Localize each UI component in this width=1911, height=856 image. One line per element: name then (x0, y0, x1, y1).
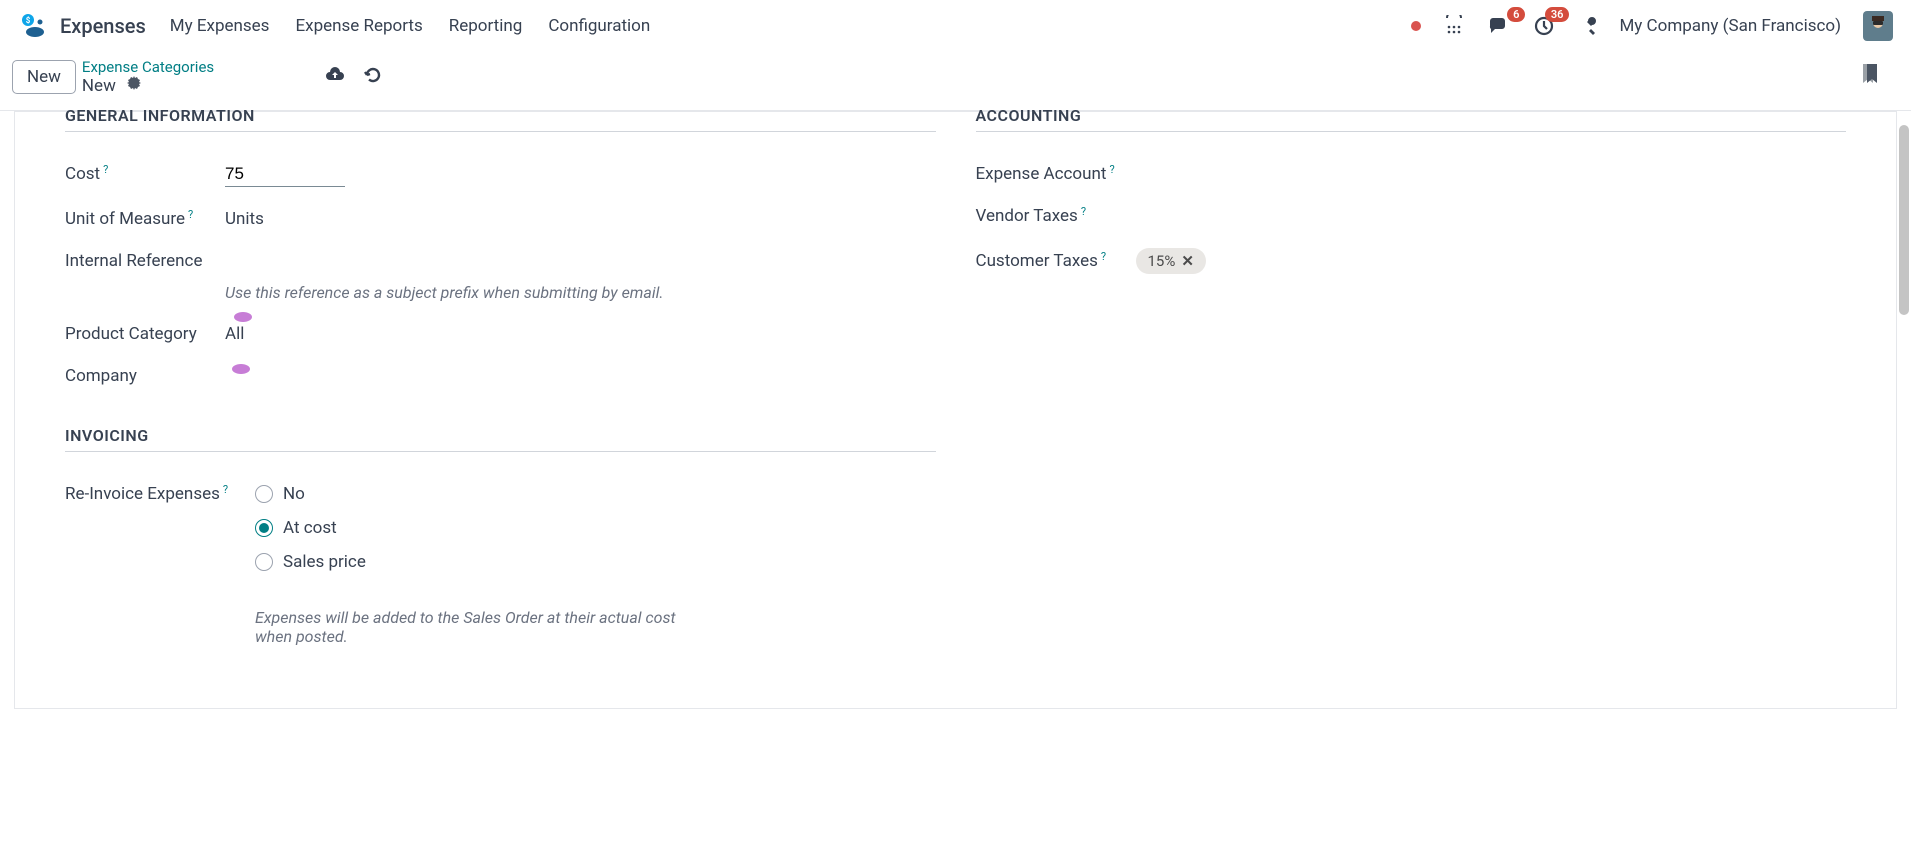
internal-ref-hint: Use this reference as a subject prefix w… (225, 283, 936, 302)
tools-icon[interactable] (1577, 16, 1597, 36)
help-icon[interactable]: ? (223, 483, 228, 496)
internal-ref-label: Internal Reference (65, 251, 202, 271)
help-icon[interactable]: ? (1109, 163, 1114, 176)
company-label: Company (65, 366, 137, 386)
vendor-taxes-label: Vendor Taxes (976, 206, 1078, 226)
help-icon[interactable]: ? (103, 163, 108, 176)
app-title[interactable]: Expenses (60, 14, 146, 38)
main-nav: My Expenses Expense Reports Reporting Co… (170, 16, 651, 36)
bookmark-icon[interactable] (1861, 64, 1879, 90)
expense-account-label: Expense Account (976, 164, 1107, 184)
radio-no[interactable] (255, 485, 273, 503)
customer-tax-tag[interactable]: 15% ✕ (1136, 248, 1206, 274)
decorative-blob-icon (231, 362, 251, 376)
cost-input[interactable] (225, 164, 345, 187)
section-accounting-title: ACCOUNTING (976, 106, 1847, 132)
reinvoice-label: Re-Invoice Expenses (65, 484, 220, 504)
product-category-value[interactable]: All (225, 324, 244, 344)
radio-at-cost[interactable] (255, 519, 273, 537)
product-category-label: Product Category (65, 324, 197, 344)
company-selector[interactable]: My Company (San Francisco) (1619, 16, 1841, 36)
nav-expense-reports[interactable]: Expense Reports (295, 16, 422, 36)
discard-icon[interactable] (364, 66, 382, 88)
customer-tax-tag-label: 15% (1148, 252, 1176, 270)
cost-label: Cost (65, 164, 100, 184)
nav-configuration[interactable]: Configuration (548, 16, 650, 36)
apps-icon[interactable] (1443, 15, 1465, 37)
breadcrumb-parent-link[interactable]: Expense Categories (82, 58, 214, 76)
nav-my-expenses[interactable]: My Expenses (170, 16, 270, 36)
decorative-blob-icon (233, 310, 253, 324)
messages-icon[interactable]: 6 (1487, 15, 1511, 37)
scrollbar-thumb[interactable] (1899, 125, 1909, 315)
help-icon[interactable]: ? (188, 208, 193, 221)
help-icon[interactable]: ? (1081, 205, 1086, 218)
tag-remove-icon[interactable]: ✕ (1181, 252, 1194, 270)
app-logo[interactable]: $ (18, 12, 46, 40)
activities-icon[interactable]: 36 (1533, 15, 1555, 37)
customer-taxes-label: Customer Taxes (976, 251, 1098, 271)
company-value[interactable] (225, 366, 229, 386)
messages-badge: 6 (1507, 7, 1525, 22)
radio-sales-price-label: Sales price (283, 552, 366, 572)
top-icon-tray: 6 36 My Company (San Francisco) (1411, 11, 1893, 41)
control-bar: New Expense Categories New (0, 52, 1911, 111)
form-sheet: GENERAL INFORMATION Cost? Unit of Measur… (14, 111, 1897, 709)
breadcrumb-current: New (82, 76, 116, 96)
radio-at-cost-label: At cost (283, 518, 337, 538)
reinvoice-radio-group: No At cost Sales price Expenses will be … (255, 484, 936, 646)
new-button[interactable]: New (12, 60, 76, 94)
radio-sales-price[interactable] (255, 553, 273, 571)
top-navbar: $ Expenses My Expenses Expense Reports R… (0, 0, 1911, 52)
section-general-title: GENERAL INFORMATION (65, 106, 936, 132)
section-invoicing-title: INVOICING (65, 426, 936, 452)
user-avatar[interactable] (1863, 11, 1893, 41)
help-icon[interactable]: ? (1101, 250, 1106, 263)
uom-value[interactable]: Units (225, 209, 936, 229)
reinvoice-help-text: Expenses will be added to the Sales Orde… (255, 608, 715, 646)
nav-reporting[interactable]: Reporting (449, 16, 523, 36)
radio-no-label: No (283, 484, 305, 504)
gear-icon[interactable] (126, 76, 142, 96)
uom-label: Unit of Measure (65, 209, 185, 229)
svg-text:$: $ (26, 16, 31, 25)
cloud-save-icon[interactable] (324, 66, 346, 88)
recording-indicator-icon (1411, 21, 1421, 31)
activities-badge: 36 (1545, 7, 1570, 22)
